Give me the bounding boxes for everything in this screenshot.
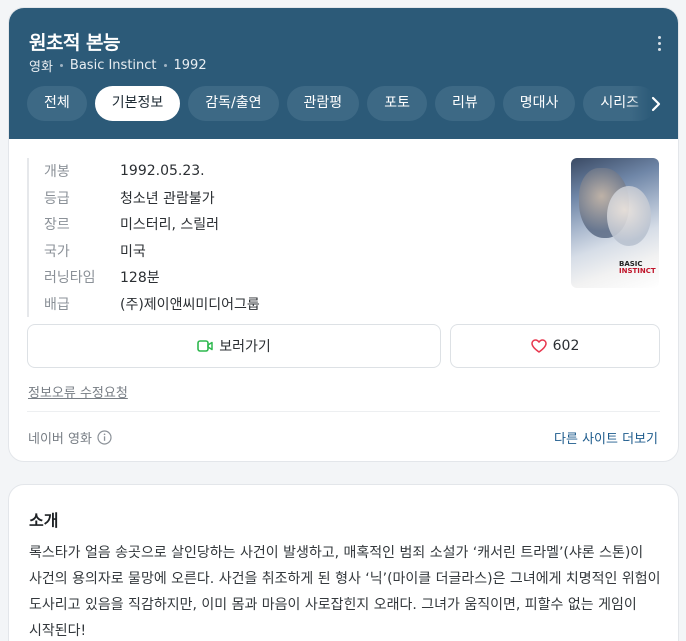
tab-bar: 전체 기본정보 감독/출연 관람평 포토 리뷰 명대사 시리즈 <box>27 86 657 122</box>
heart-icon <box>530 339 547 353</box>
movie-subtitle: 영화 Basic Instinct 1992 <box>29 56 207 75</box>
info-key: 등급 <box>44 190 70 207</box>
tab-photos[interactable]: 포토 <box>367 86 427 121</box>
category-label: 영화 <box>29 60 53 75</box>
basic-info-list: 개봉 1992.05.23. 등급 청소년 관람불가 장르 미스터리, 스릴러 … <box>27 158 547 317</box>
tab-all[interactable]: 전체 <box>27 86 87 121</box>
tab-quotes[interactable]: 명대사 <box>502 86 576 121</box>
info-value: 청소년 관람불가 <box>120 190 215 207</box>
info-value: 1992.05.23. <box>120 163 205 180</box>
source-info: 네이버 영화 <box>28 428 112 447</box>
info-key: 개봉 <box>44 164 70 181</box>
info-value: 미국 <box>120 243 146 260</box>
release-year: 1992 <box>173 58 207 73</box>
tab-reviews[interactable]: 관람평 <box>286 86 360 121</box>
separator-dot <box>59 64 63 67</box>
watch-button[interactable]: 보러가기 <box>27 324 441 368</box>
info-row-country: 국가 미국 <box>44 238 547 265</box>
info-icon[interactable] <box>97 430 112 445</box>
more-sites-link[interactable]: 다른 사이트 더보기 <box>554 428 658 447</box>
movie-header: 원초적 본능 영화 Basic Instinct 1992 전체 기본정보 감독… <box>9 8 678 139</box>
more-options-icon[interactable] <box>656 36 662 51</box>
poster-figure <box>607 186 651 246</box>
info-row-rating: 등급 청소년 관람불가 <box>44 185 547 212</box>
movie-title[interactable]: 원초적 본능 <box>29 28 121 55</box>
synopsis-card: 소개 록스타가 얼음 송곳으로 살인당하는 사건이 발생하고, 매혹적인 범죄 … <box>8 484 679 641</box>
report-error-link[interactable]: 정보오류 수정요청 <box>28 382 128 401</box>
info-value: (주)제이앤씨미디어그룹 <box>120 296 260 313</box>
original-title: Basic Instinct <box>69 58 157 73</box>
chevron-right-icon[interactable] <box>646 94 666 114</box>
info-value: 미스터리, 스릴러 <box>120 217 220 234</box>
info-key: 장르 <box>44 217 70 234</box>
info-value: 128분 <box>120 270 160 287</box>
divider <box>27 411 660 412</box>
watch-label: 보러가기 <box>219 339 271 355</box>
movie-poster[interactable]: BASIC INSTINCT <box>571 158 659 288</box>
info-row-genre: 장르 미스터리, 스릴러 <box>44 211 547 238</box>
info-key: 배급 <box>44 296 70 313</box>
tab-review-posts[interactable]: 리뷰 <box>434 86 495 121</box>
info-row-runtime: 러닝타임 128분 <box>44 264 547 291</box>
like-count: 602 <box>552 338 580 354</box>
like-button[interactable]: 602 <box>450 324 660 368</box>
video-icon <box>197 340 213 352</box>
source-label: 네이버 영화 <box>28 432 92 447</box>
synopsis-text: 록스타가 얼음 송곳으로 살인당하는 사건이 발생하고, 매혹적인 범죄 소설가… <box>29 545 661 639</box>
info-row-release: 개봉 1992.05.23. <box>44 158 547 185</box>
info-key: 러닝타임 <box>44 270 96 287</box>
separator-dot <box>163 64 167 67</box>
synopsis-title: 소개 <box>29 511 59 530</box>
poster-title: BASIC INSTINCT <box>619 260 656 275</box>
tab-director-cast[interactable]: 감독/출연 <box>188 86 279 121</box>
info-row-distributor: 배급 (주)제이앤씨미디어그룹 <box>44 291 547 318</box>
tab-basic-info[interactable]: 기본정보 <box>94 86 181 121</box>
movie-info-card: 원초적 본능 영화 Basic Instinct 1992 전체 기본정보 감독… <box>8 7 679 462</box>
info-key: 국가 <box>44 243 70 260</box>
